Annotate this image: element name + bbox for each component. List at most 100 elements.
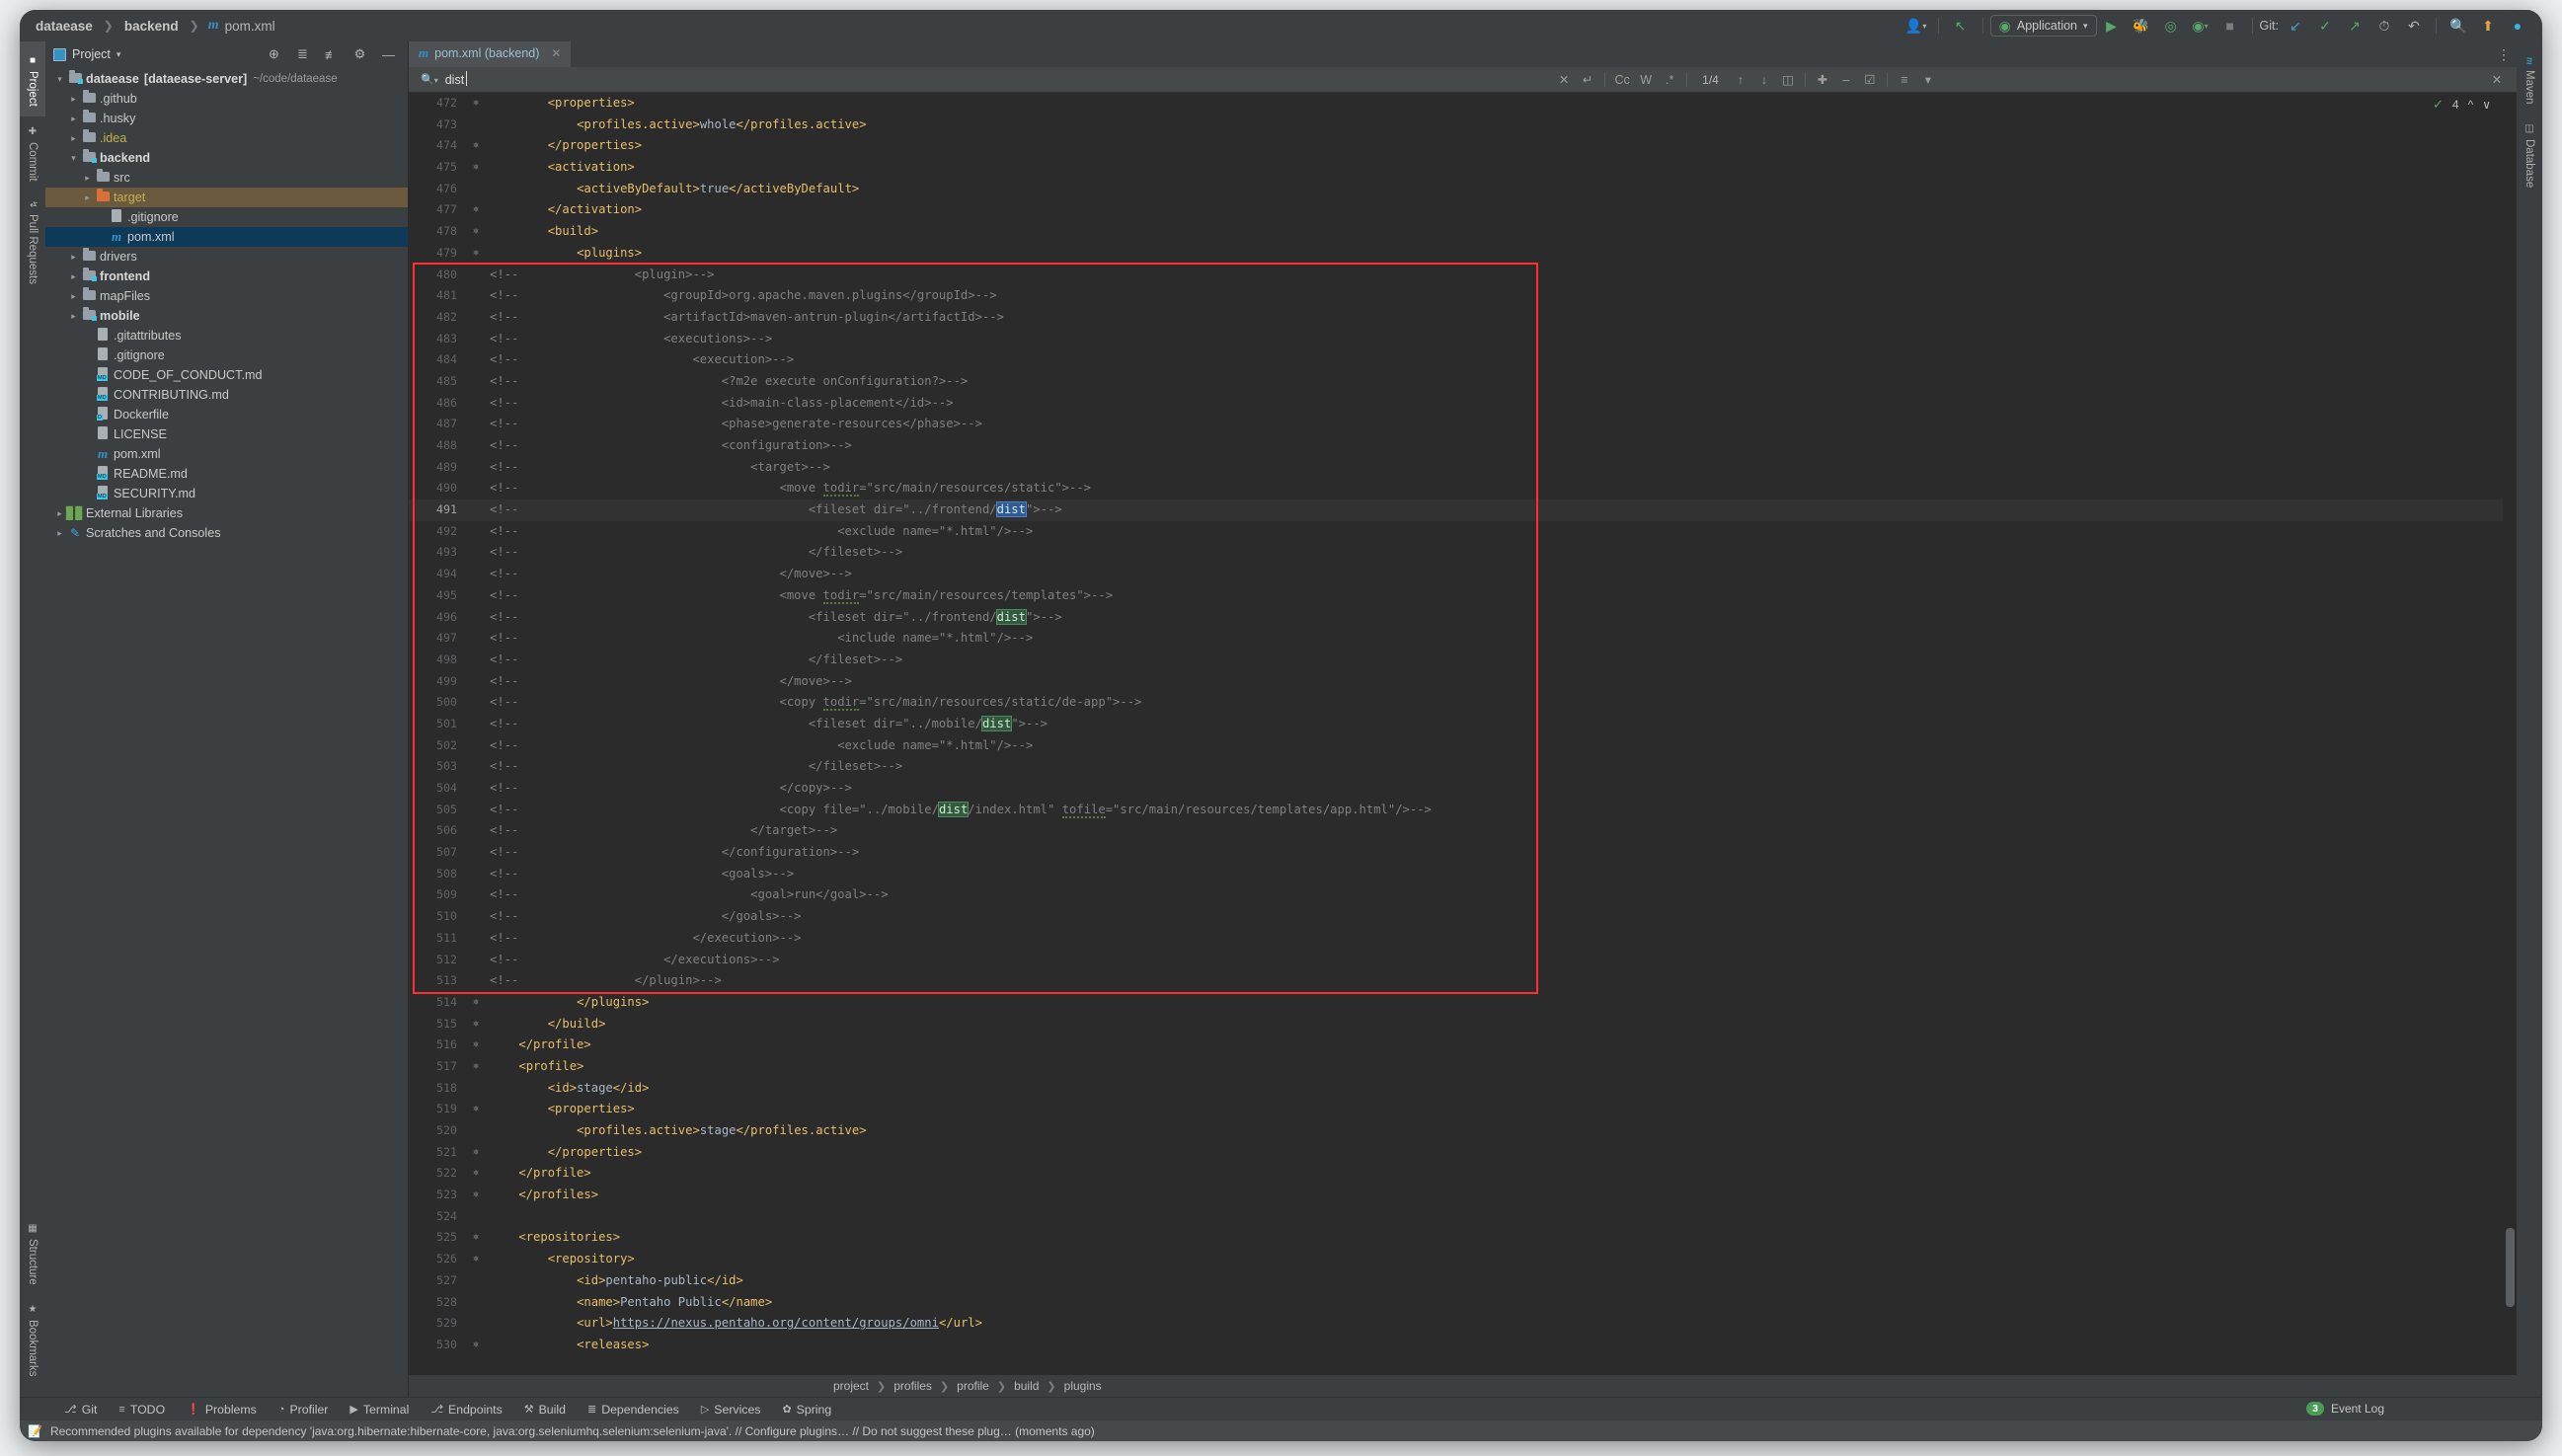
run-configuration-selector[interactable]: ◉ Application ▾ <box>1989 15 2097 37</box>
code-line[interactable]: 499 <!-- </move>--> <box>409 671 2517 693</box>
structure-breadcrumb-project[interactable]: project <box>833 1379 869 1393</box>
tree-item--gitignore[interactable]: .gitignore <box>45 207 408 227</box>
chevron-right-icon[interactable]: ▸ <box>67 133 80 144</box>
code-line[interactable]: 524 <box>409 1206 2517 1228</box>
debug-icon[interactable]: 🐝 <box>2127 13 2156 38</box>
new-line-icon[interactable]: ↵ <box>1576 69 1599 91</box>
person-icon[interactable]: 👤 ▾ <box>1902 13 1931 38</box>
code-line[interactable]: 517 ⎈ <profile> <box>409 1056 2517 1078</box>
tree-item-scratches-and-consoles[interactable]: ▸ ✎ Scratches and Consoles <box>45 523 408 543</box>
structure-breadcrumb-profile[interactable]: profile <box>957 1379 989 1393</box>
in-selection-icon[interactable]: ≡ <box>1893 69 1916 91</box>
code-line[interactable]: 525 ⎈ <repositories> <box>409 1227 2517 1249</box>
match-case-toggle[interactable]: Cc <box>1610 69 1634 91</box>
sidebar-item-commit[interactable]: ✚ Commit <box>27 118 39 193</box>
code-line[interactable]: 475 ⎈ <activation> <box>409 157 2517 179</box>
tree-item-code-of-conduct-md[interactable]: CODE_OF_CONDUCT.md <box>45 365 408 385</box>
fold-collapse-icon[interactable]: ⎈ <box>466 1056 486 1078</box>
search-input[interactable]: 🔍▾ dist <box>415 69 1007 90</box>
code-line[interactable]: 498 <!-- </fileset>--> <box>409 650 2517 671</box>
tree-item-pom-xml[interactable]: m pom.xml <box>45 227 408 247</box>
tool-window-button-problems[interactable]: ❗ Problems <box>176 1398 268 1421</box>
code-line[interactable]: 481 <!-- <groupId>org.apache.maven.plugin… <box>409 285 2517 307</box>
fold-end-icon[interactable]: ⎈ <box>466 1014 486 1035</box>
tree-item--idea[interactable]: ▸ .idea <box>45 128 408 148</box>
open-in-find-window-icon[interactable]: ◫ <box>1776 69 1800 91</box>
fold-end-icon[interactable]: ⎈ <box>466 1142 486 1164</box>
code-line[interactable]: 508 <!-- <goals>--> <box>409 864 2517 885</box>
code-line[interactable]: 504 <!-- </copy>--> <box>409 778 2517 800</box>
code-line[interactable]: 527 <id>pentaho-public</id> <box>409 1270 2517 1292</box>
fold-end-icon[interactable]: ⎈ <box>466 199 486 221</box>
code-line[interactable]: 523 ⎈ </profiles> <box>409 1185 2517 1206</box>
sidebar-item-maven[interactable]: m Maven <box>2523 49 2535 115</box>
chevron-down-icon[interactable]: ∨ <box>2482 98 2491 112</box>
navigate-back-icon[interactable]: ↖ <box>1946 13 1976 38</box>
code-line[interactable]: 502 <!-- <exclude name="*.html"/>--> <box>409 735 2517 757</box>
tree-item-dataease[interactable]: ▾ dataease [dataease-server] ~/code/dataeas… <box>45 69 408 89</box>
fold-end-icon[interactable]: ⎈ <box>466 135 486 157</box>
fold-end-icon[interactable]: ⎈ <box>466 1035 486 1056</box>
update-project-icon[interactable]: ↙ <box>2281 13 2310 38</box>
tree-item-pom-xml[interactable]: m pom.xml <box>45 444 408 464</box>
chevron-down-icon[interactable]: ▾ <box>116 49 121 60</box>
tree-item-mobile[interactable]: ▸ mobile <box>45 306 408 326</box>
structure-breadcrumb-profiles[interactable]: profiles <box>893 1379 932 1393</box>
sidebar-item-structure[interactable]: ▦ Structure <box>27 1215 39 1297</box>
code-line[interactable]: 512 <!-- </executions>--> <box>409 950 2517 971</box>
search-everywhere-icon[interactable]: 🔍 <box>2444 13 2473 38</box>
code-line[interactable]: 503 <!-- </fileset>--> <box>409 756 2517 778</box>
code-line[interactable]: 511 <!-- </execution>--> <box>409 928 2517 950</box>
fold-end-icon[interactable]: ⎈ <box>466 1185 486 1206</box>
chevron-right-icon[interactable]: ▸ <box>67 311 80 322</box>
code-line[interactable]: 484 <!-- <execution>--> <box>409 349 2517 371</box>
expand-all-icon[interactable]: ≣ <box>291 43 314 65</box>
tree-item-backend[interactable]: ▾ backend <box>45 148 408 168</box>
clear-search-icon[interactable]: ✕ <box>1552 69 1576 91</box>
commit-icon[interactable]: ✓ <box>2310 13 2340 38</box>
notification-icon[interactable]: ⬆ <box>2473 13 2503 38</box>
fold-collapse-icon[interactable]: ⎈ <box>466 157 486 179</box>
code-line[interactable]: 476 <activeByDefault>true</activeByDefau… <box>409 179 2517 200</box>
tree-item-readme-md[interactable]: README.md <box>45 464 408 484</box>
code-line[interactable]: 526 ⎈ <repository> <box>409 1249 2517 1270</box>
inspection-widget[interactable]: ✓ 4 ^ ∨ <box>2433 97 2491 113</box>
code-line[interactable]: 495 <!-- <move todir="src/main/resources/… <box>409 585 2517 607</box>
chevron-right-icon[interactable]: ▸ <box>67 252 80 263</box>
words-toggle[interactable]: W <box>1634 69 1658 91</box>
chevron-right-icon[interactable]: ▸ <box>67 291 80 302</box>
code-line[interactable]: 494 <!-- </move>--> <box>409 564 2517 585</box>
code-line[interactable]: 522 ⎈ </profile> <box>409 1163 2517 1185</box>
chevron-right-icon[interactable]: ▸ <box>53 528 66 539</box>
structure-breadcrumb-plugins[interactable]: plugins <box>1064 1379 1102 1393</box>
code-line[interactable]: 506 <!-- </target>--> <box>409 820 2517 842</box>
chevron-up-icon[interactable]: ^ <box>2468 98 2474 112</box>
arrow-down-icon[interactable]: ↓ <box>1752 69 1776 91</box>
arrow-up-icon[interactable]: ↑ <box>1729 69 1752 91</box>
code-line[interactable]: 500 <!-- <copy todir="src/main/resources/… <box>409 692 2517 714</box>
code-line[interactable]: 497 <!-- <include name="*.html"/>--> <box>409 628 2517 650</box>
code-line[interactable]: 485 <!-- <?m2e execute onConfiguration?>-… <box>409 371 2517 393</box>
tab-more-icon[interactable]: ⋮ <box>2497 41 2511 67</box>
tree-item-mapfiles[interactable]: ▸ mapFiles <box>45 286 408 306</box>
code-line[interactable]: 490 <!-- <move todir="src/main/resources/… <box>409 478 2517 499</box>
code-line[interactable]: 496 <!-- <fileset dir="../frontend/dist">… <box>409 607 2517 629</box>
event-log-widget[interactable]: 3 Event Log <box>2306 1402 2384 1416</box>
code-line[interactable]: 473 <profiles.active>whole</profiles.act… <box>409 115 2517 136</box>
structure-breadcrumb-build[interactable]: build <box>1014 1379 1039 1393</box>
tool-window-button-profiler[interactable]: ◔ Profiler <box>268 1398 340 1421</box>
exclude-icon[interactable]: ‒ <box>1834 69 1858 91</box>
tree-item-license[interactable]: LICENSE <box>45 424 408 444</box>
push-icon[interactable]: ↗ <box>2340 13 2369 38</box>
tree-item--github[interactable]: ▸ .github <box>45 89 408 109</box>
settings-icon[interactable]: ⚙ <box>349 43 371 65</box>
tree-item--gitignore[interactable]: .gitignore <box>45 345 408 365</box>
sidebar-item-database[interactable]: ◫ Database <box>2523 115 2535 199</box>
code-line[interactable]: 530 ⎈ <releases> <box>409 1335 2517 1356</box>
sidebar-item-pull-requests[interactable]: ↯ Pull Requests <box>27 192 39 295</box>
chevron-right-icon[interactable]: ▸ <box>67 94 80 105</box>
code-line[interactable]: 518 <id>stage</id> <box>409 1078 2517 1100</box>
fold-collapse-icon[interactable]: ⎈ <box>466 243 486 265</box>
tool-window-button-services[interactable]: ▷ Services <box>690 1398 772 1421</box>
fold-collapse-icon[interactable]: ⎈ <box>466 1099 486 1120</box>
